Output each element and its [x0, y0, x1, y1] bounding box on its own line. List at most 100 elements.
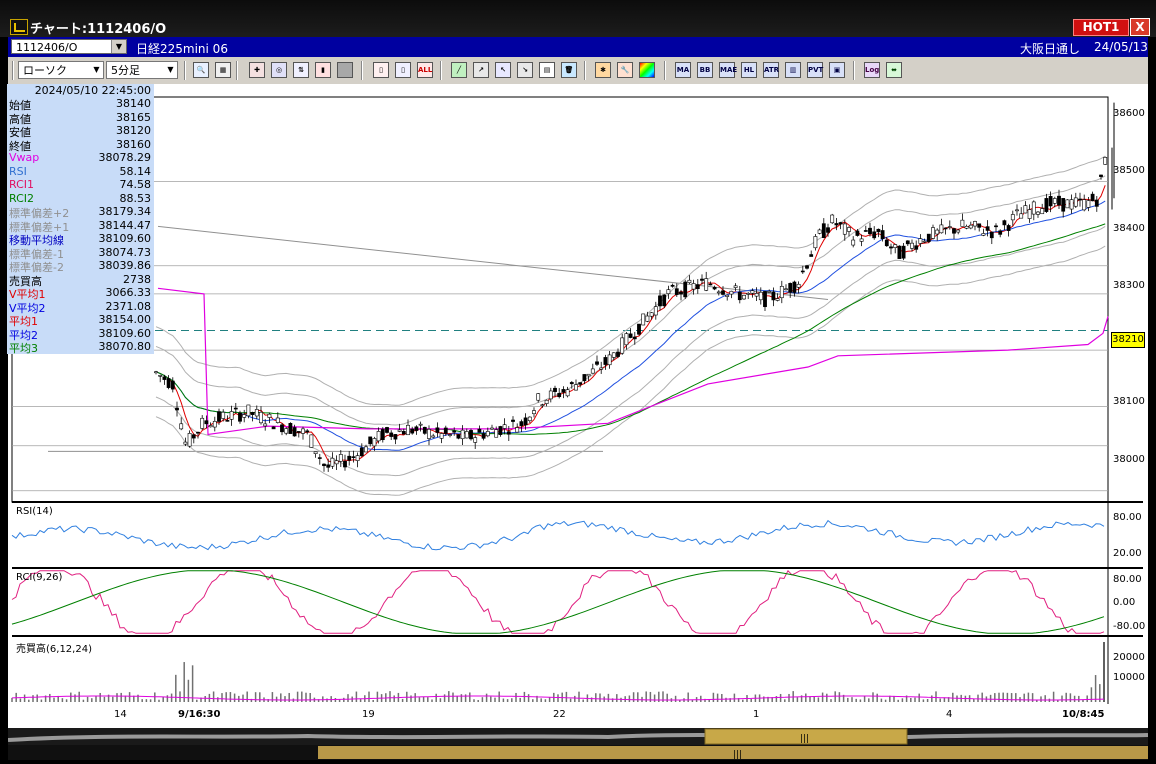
chart-canvas[interactable]	[8, 84, 1148, 704]
chart-area[interactable]: 38600 38500 38400 38300 38100 38000 RSI(…	[8, 84, 1148, 704]
candle-alt-icon[interactable]: ▯	[395, 62, 411, 78]
trash-icon[interactable]: 🗑	[561, 62, 577, 78]
candle-body	[435, 427, 440, 433]
log-button[interactable]: Log	[864, 62, 880, 78]
mae-button[interactable]: MAE	[719, 62, 737, 78]
candle-body	[242, 414, 247, 418]
candle-body	[796, 283, 801, 288]
candle-body	[212, 421, 217, 428]
candle-body	[376, 431, 381, 442]
candle-body	[687, 279, 692, 283]
candle-body	[662, 294, 667, 307]
cr-icon[interactable]: ▥	[785, 62, 801, 78]
all-button[interactable]: ALL	[417, 62, 433, 78]
candle-body	[330, 457, 335, 467]
chart-type-select[interactable]: ローソク ▼	[18, 61, 104, 79]
candle-body	[1078, 198, 1082, 201]
window-icon[interactable]: ▣	[829, 62, 845, 78]
wrench-icon[interactable]: 🔧	[617, 62, 633, 78]
ray-icon[interactable]: ↘	[517, 62, 533, 78]
candle-body	[998, 230, 1003, 235]
export-icon[interactable]: ⬌	[886, 62, 902, 78]
candle-body	[183, 441, 188, 445]
candle-body	[876, 228, 881, 233]
trendline-icon[interactable]: ╱	[451, 62, 467, 78]
target-icon[interactable]: ◎	[271, 62, 287, 78]
candle-body	[863, 230, 868, 232]
candle-icon[interactable]: ▯	[373, 62, 389, 78]
candle-body	[561, 389, 566, 393]
symbol-select[interactable]: 1112406/O ▼	[11, 39, 127, 54]
candle-body	[397, 429, 402, 432]
info-row: 平均2 38109.60	[7, 327, 154, 342]
candle-body	[452, 430, 457, 433]
candle-body	[872, 231, 877, 239]
candle-body	[628, 333, 633, 338]
candle-body	[443, 427, 448, 434]
time-tick: 9/16:30	[178, 709, 221, 720]
pointer-icon[interactable]: ↖	[495, 62, 511, 78]
candle-body	[427, 428, 431, 439]
candle-body	[834, 223, 839, 226]
info-value: 88.53	[119, 191, 152, 205]
candle-body	[679, 291, 683, 295]
candle-body	[401, 431, 406, 435]
ma-button[interactable]: MA	[675, 62, 691, 78]
candle-body	[742, 294, 746, 300]
candle-body	[792, 281, 797, 293]
toolbar-separator	[664, 61, 666, 80]
info-value: 38070.80	[98, 340, 152, 353]
crosshair-icon[interactable]: ✚	[249, 62, 265, 78]
settings-icon[interactable]: ✱	[595, 62, 611, 78]
info-value: 2738	[123, 272, 151, 286]
hot-button[interactable]: HOT1	[1073, 19, 1129, 36]
candle-body	[254, 409, 259, 417]
chevron-down-icon[interactable]: ▼	[90, 62, 103, 78]
split-icon[interactable]: ⇅	[293, 62, 309, 78]
candle-body	[905, 240, 910, 245]
line-tool-icon[interactable]: ↗	[473, 62, 489, 78]
candle-body	[540, 404, 545, 407]
chevron-down-icon[interactable]: ▼	[111, 40, 126, 53]
info-row: 平均1 38154.00	[7, 313, 154, 328]
hl-button[interactable]: HL	[741, 62, 757, 78]
price-tick: 38000	[1113, 454, 1145, 465]
candle-body	[229, 411, 234, 420]
history-scrollbar[interactable]: |||	[8, 745, 1148, 760]
candle-body	[569, 382, 574, 385]
chevron-down-icon[interactable]: ▼	[164, 62, 177, 78]
interval-select[interactable]: 5分足 ▼	[106, 61, 178, 79]
candle-body	[637, 323, 641, 335]
candle-body	[973, 221, 977, 227]
close-button[interactable]: X	[1130, 18, 1150, 36]
note-icon[interactable]: ▤	[539, 62, 555, 78]
candle-body	[582, 374, 587, 382]
color-palette-icon[interactable]	[639, 62, 655, 78]
candle-body	[859, 238, 864, 242]
info-row: 標準偏差+1 38144.47	[7, 219, 154, 234]
candle-body	[1027, 209, 1032, 219]
zoom-icon[interactable]: 🔍	[193, 62, 209, 78]
time-tick: 22	[553, 709, 566, 720]
candle-body	[994, 225, 998, 228]
grid-icon[interactable]: ▦	[215, 62, 231, 78]
bb-button[interactable]: BB	[697, 62, 713, 78]
overview-scrollbar[interactable]: |||	[7, 728, 1149, 745]
info-value: 38074.73	[98, 245, 152, 259]
atr-button[interactable]: ATR	[763, 62, 779, 78]
candle-body	[674, 288, 679, 295]
candle-body	[271, 426, 276, 430]
candle-body	[599, 367, 604, 370]
bars-icon[interactable]: ▮	[315, 62, 331, 78]
info-value: 2371.08	[105, 299, 152, 313]
pvt-button[interactable]: PVT	[807, 62, 823, 78]
candle-body	[527, 416, 532, 422]
candle-body	[721, 290, 725, 295]
candle-body	[729, 290, 734, 295]
info-value: 38165	[116, 110, 151, 124]
info-row: 安値 38120	[7, 124, 154, 139]
candle-body	[481, 433, 486, 439]
disabled-icon[interactable]	[337, 62, 353, 78]
candle-body	[364, 446, 368, 453]
candle-body	[981, 233, 986, 236]
